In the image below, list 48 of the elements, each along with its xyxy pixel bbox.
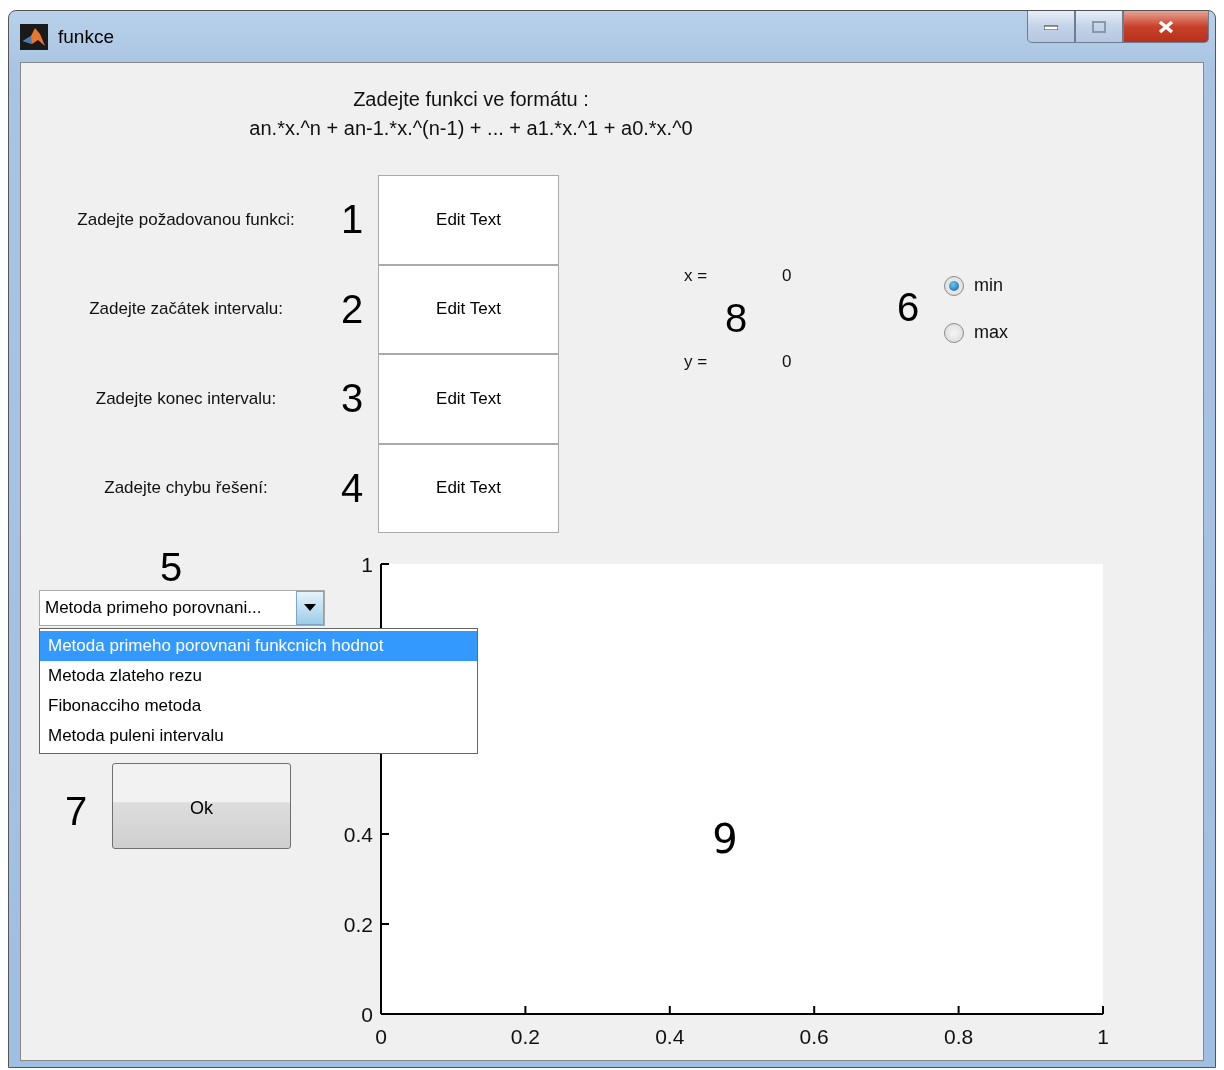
- number-label: 5: [160, 545, 183, 589]
- tick-label: 0: [361, 1003, 373, 1026]
- tick-label: 1: [361, 553, 373, 576]
- field-label: Zadejte chybu řešení:: [104, 478, 268, 499]
- instruction-text: Zadejte funkci ve formátu :: [353, 87, 589, 112]
- result-value: 0: [782, 266, 792, 286]
- minimize-icon: [1044, 23, 1058, 30]
- tick-label: 0.4: [343, 823, 373, 846]
- tick-label: 0.2: [343, 913, 373, 936]
- number-label: 7: [65, 789, 88, 833]
- number-label: 3: [341, 376, 364, 422]
- window-title: funkce: [58, 25, 114, 48]
- app-logo-icon: [20, 23, 48, 50]
- field-label: Zadejte požadovanou funkci:: [77, 209, 295, 230]
- radio-label[interactable]: min: [974, 275, 1003, 296]
- tick-label: 0.2: [510, 1025, 540, 1048]
- maximize-button[interactable]: [1075, 11, 1123, 43]
- number-label: 4: [341, 465, 364, 511]
- input-field[interactable]: Edit Text: [378, 354, 559, 444]
- tick-label: 0.8: [944, 1025, 974, 1048]
- input-field[interactable]: Edit Text: [378, 264, 559, 354]
- number-label: 1: [341, 197, 364, 243]
- result-value: 0: [782, 352, 792, 372]
- number-label: 6: [897, 285, 920, 329]
- tick-label: 0.4: [655, 1025, 685, 1048]
- field-label: Zadejte konec intervalu:: [95, 388, 277, 409]
- radio-label[interactable]: max: [974, 322, 1008, 343]
- close-icon: [1158, 19, 1174, 34]
- minimize-button[interactable]: [1027, 11, 1075, 43]
- tick-label: 0.6: [799, 1025, 829, 1048]
- ok-button[interactable]: Ok: [112, 763, 291, 849]
- field-label: Zadejte začátek intervalu:: [89, 299, 283, 320]
- close-button[interactable]: [1123, 11, 1209, 43]
- tick-label: 0: [375, 1025, 387, 1048]
- input-field[interactable]: Edit Text: [378, 443, 559, 533]
- method-dropdown[interactable]: Metoda primeho porovnani...: [39, 590, 325, 626]
- maximize-icon: [1092, 20, 1106, 33]
- radio-button[interactable]: [944, 275, 964, 296]
- tick-label: 1: [1097, 1025, 1109, 1048]
- result-label: x =: [684, 266, 709, 286]
- number-label: 8: [725, 296, 748, 340]
- input-field[interactable]: Edit Text: [378, 175, 559, 265]
- radio-button[interactable]: [944, 322, 964, 343]
- plot-number: 9: [712, 816, 738, 862]
- dropdown-caret-icon[interactable]: [296, 591, 324, 625]
- result-label: y =: [684, 352, 709, 372]
- number-label: 2: [341, 286, 364, 332]
- instruction-text: an.*x.^n + an-1.*x.^(n-1) + ... + a1.*x.^1 + a0.*x.^0: [249, 116, 693, 141]
